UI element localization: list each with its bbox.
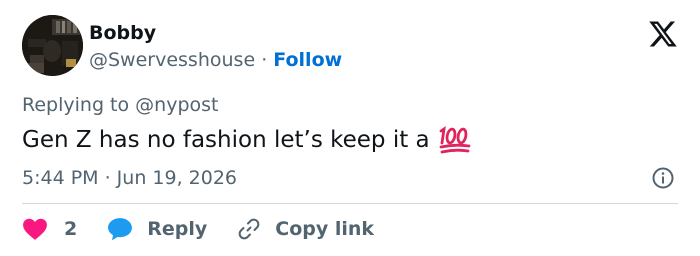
author-handle-line: @Swervesshouse · Follow bbox=[89, 47, 342, 73]
avatar[interactable] bbox=[22, 15, 83, 76]
follow-button[interactable]: Follow bbox=[273, 49, 342, 71]
author-display-name[interactable]: Bobby bbox=[89, 20, 342, 46]
author-handle[interactable]: @Swervesshouse bbox=[89, 49, 255, 71]
copy-link-label: Copy link bbox=[275, 218, 375, 240]
x-logo-icon[interactable] bbox=[648, 20, 678, 48]
tweet-text: Gen Z has no fashion let’s keep it a bbox=[22, 124, 472, 156]
handle-separator: · bbox=[261, 49, 268, 71]
like-count: 2 bbox=[64, 218, 78, 240]
like-button[interactable]: 2 bbox=[22, 217, 77, 241]
divider bbox=[22, 203, 678, 204]
tweet-body: Gen Z has no fashion let’s keep it a bbox=[22, 127, 430, 153]
info-icon[interactable] bbox=[651, 166, 675, 190]
reply-bubble-icon bbox=[108, 218, 133, 241]
tweet-card: Bobby @Swervesshouse · Follow Replying t… bbox=[0, 0, 700, 256]
reply-button[interactable]: Reply bbox=[107, 217, 207, 241]
tweet-timestamp[interactable]: 5:44 PM · Jun 19, 2026 bbox=[22, 166, 237, 190]
action-bar: 2 Reply Copy link bbox=[22, 214, 374, 244]
copy-link-button[interactable]: Copy link bbox=[237, 217, 374, 241]
link-icon bbox=[238, 218, 260, 240]
replying-to-label[interactable]: Replying to @nypost bbox=[22, 93, 218, 117]
avatar-photo-icon bbox=[22, 15, 83, 76]
hundred-points-emoji-icon bbox=[438, 125, 472, 155]
heart-icon bbox=[23, 218, 47, 240]
author-info: Bobby @Swervesshouse · Follow bbox=[89, 20, 342, 73]
reply-label: Reply bbox=[147, 218, 208, 240]
